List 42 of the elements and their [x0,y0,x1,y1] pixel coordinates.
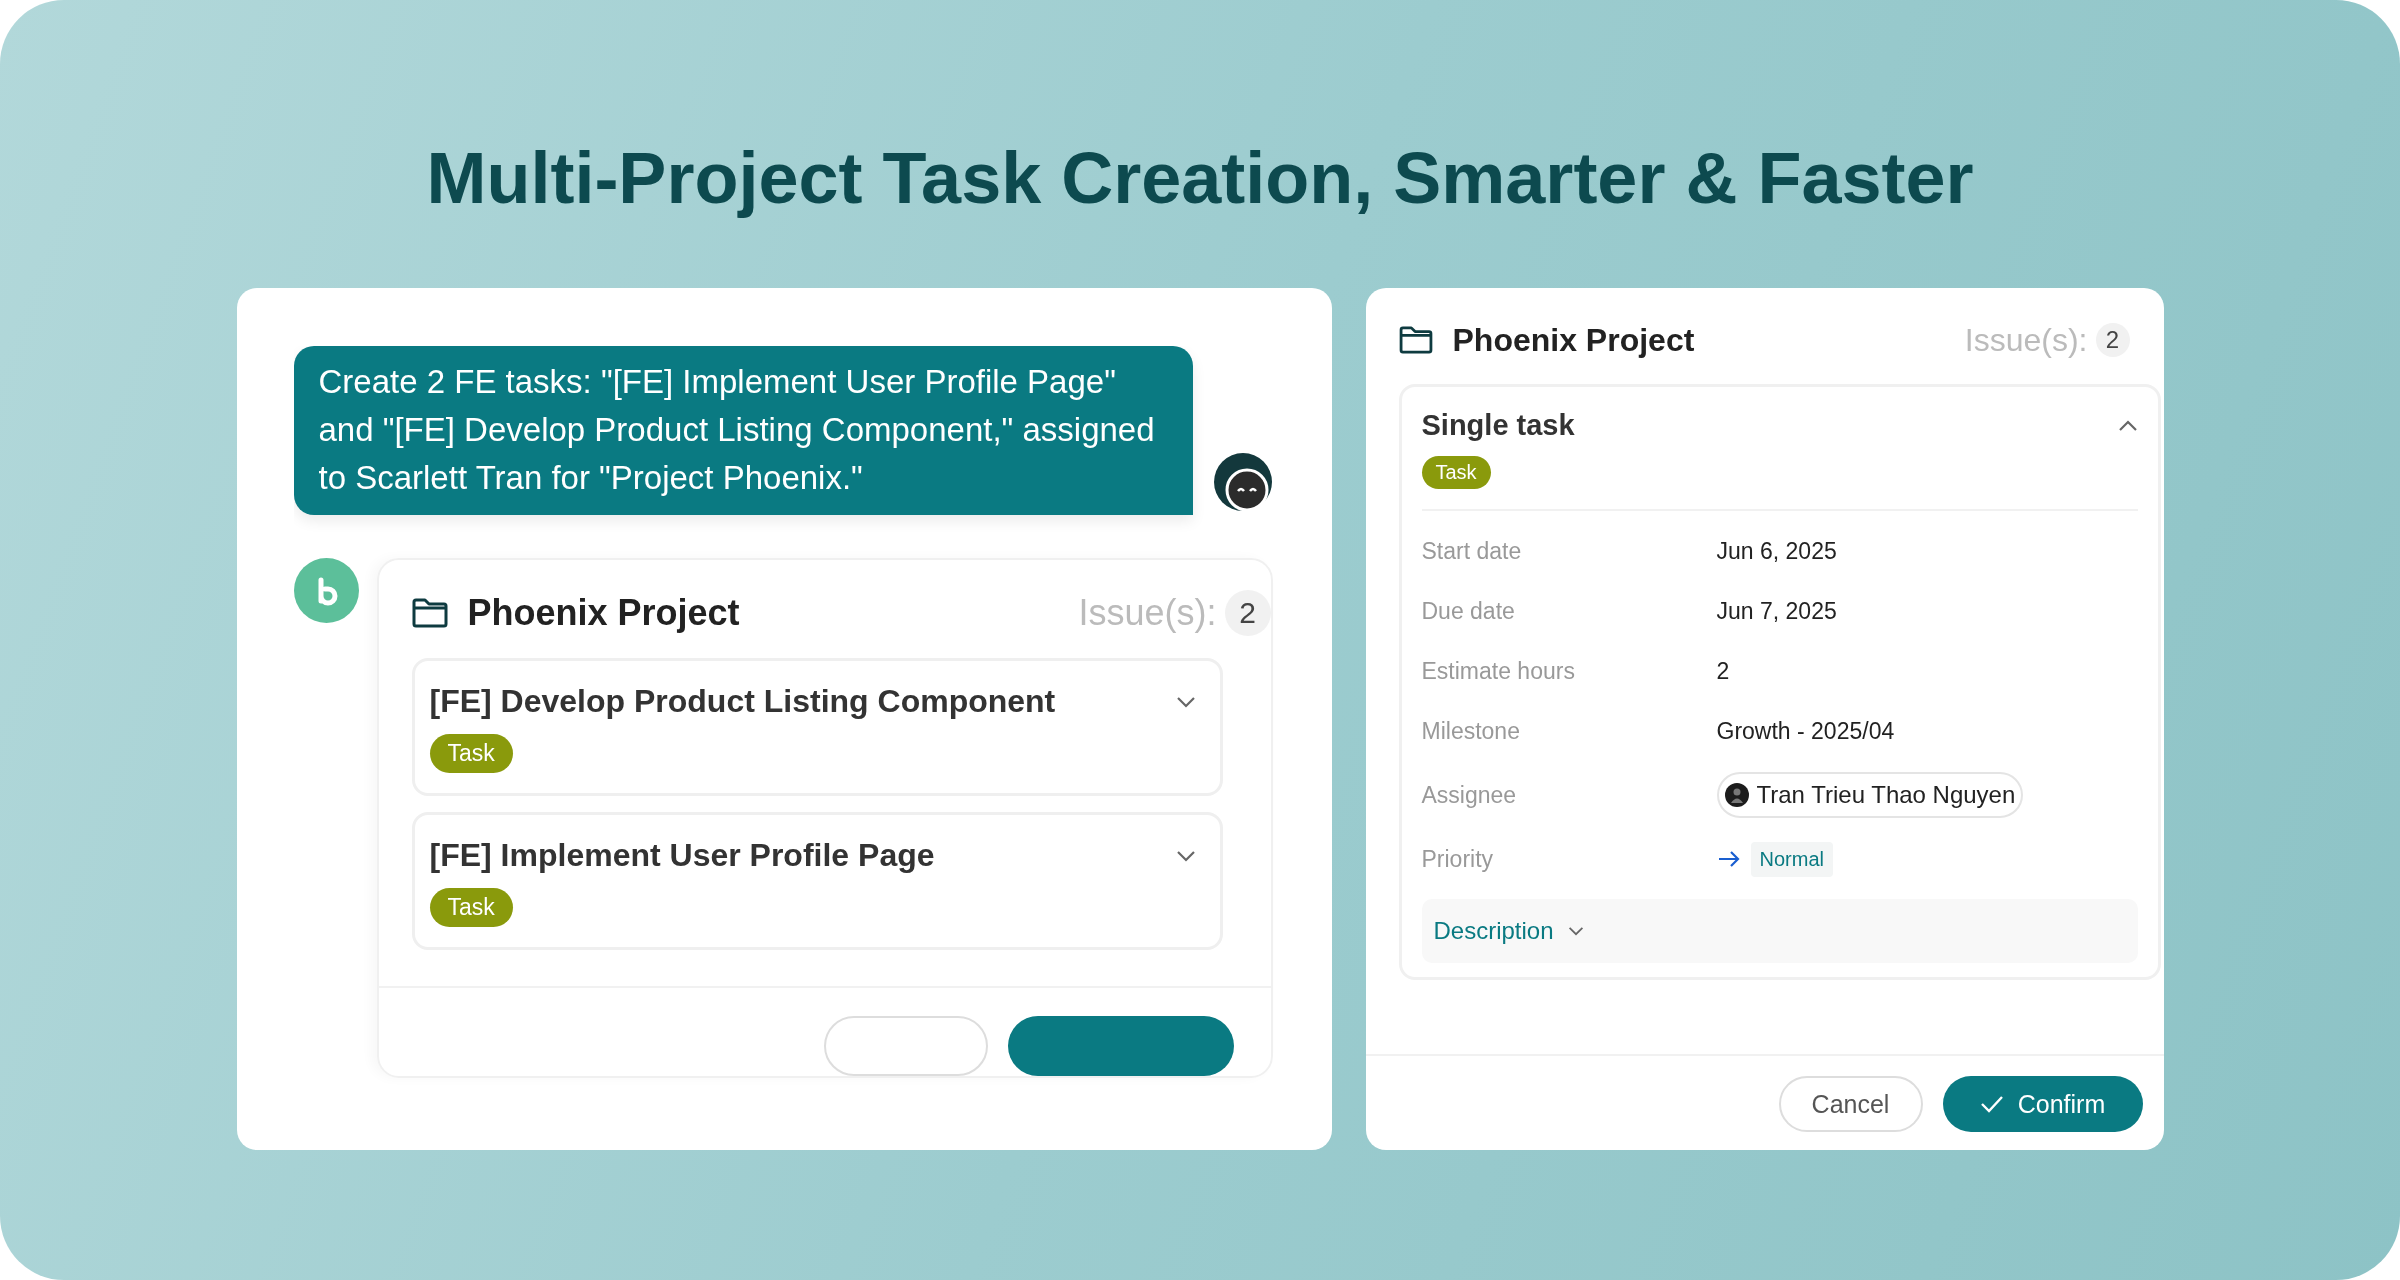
folder-icon [1398,326,1433,354]
issues-label: Issue(s): [1964,321,2088,359]
confirm-button[interactable]: Confirm [1942,1076,2143,1132]
chevron-icon[interactable] [2117,419,2138,432]
field-label: Assignee [1421,781,1518,809]
arrow-right-icon [1716,850,1741,868]
headline: Multi-Project Task Creation, Smarter & Faster [426,137,1974,220]
task-title: [FE] Develop Product Listing Component [429,683,1056,720]
project-title: Phoenix Project [1452,321,1696,359]
chevron-icon[interactable] [1175,695,1196,708]
bot-avatar-icon [1212,452,1273,512]
task-tag: Task [1421,456,1491,489]
field-value: Jun 7, 2025 [1716,597,1837,625]
task-title: Single task [1421,409,1575,442]
field-label: Due date [1421,597,1516,625]
field-label: Estimate hours [1421,657,1576,685]
priority-badge: Normal [1750,841,1833,877]
assistant-avatar-icon [293,558,359,623]
description-toggle[interactable]: Description [1421,899,2138,963]
chat-message: Create 2 FE tasks: "[FE] Implement User Profile Page" and "[FE] Develop Product Listing Component," assigned to Scarlett Tran for "Project Phoenix." [293,346,1193,515]
avatar-icon [1724,783,1749,807]
field-value: Growth - 2025/04 [1716,717,1895,745]
assignee-chip[interactable]: Tran Trieu Thao Nguyen [1716,772,2024,818]
task-card[interactable]: [FE] Develop Product Listing Component Task [411,658,1223,796]
project-title: Phoenix Project [467,592,741,634]
field-value: Jun 6, 2025 [1716,537,1837,565]
task-tag: Task [429,734,513,773]
cancel-button[interactable]: Cancel [1778,1076,1923,1132]
task-card[interactable]: [FE] Implement User Profile Page Task [411,812,1223,950]
chevron-icon[interactable] [1175,849,1196,862]
field-value: 2 [1716,657,1730,685]
confirm-button[interactable] [1007,1016,1234,1076]
task-title: [FE] Implement User Profile Page [429,837,935,874]
field-label: Priority [1421,845,1495,873]
check-icon [1979,1095,2004,1113]
field-label: Milestone [1421,717,1521,745]
task-tag: Task [429,888,513,927]
folder-icon [411,598,448,628]
issue-count: 2 [1224,590,1271,636]
issue-count: 2 [2095,323,2130,357]
issues-label: Issue(s): [1078,592,1217,634]
field-label: Start date [1421,537,1523,565]
